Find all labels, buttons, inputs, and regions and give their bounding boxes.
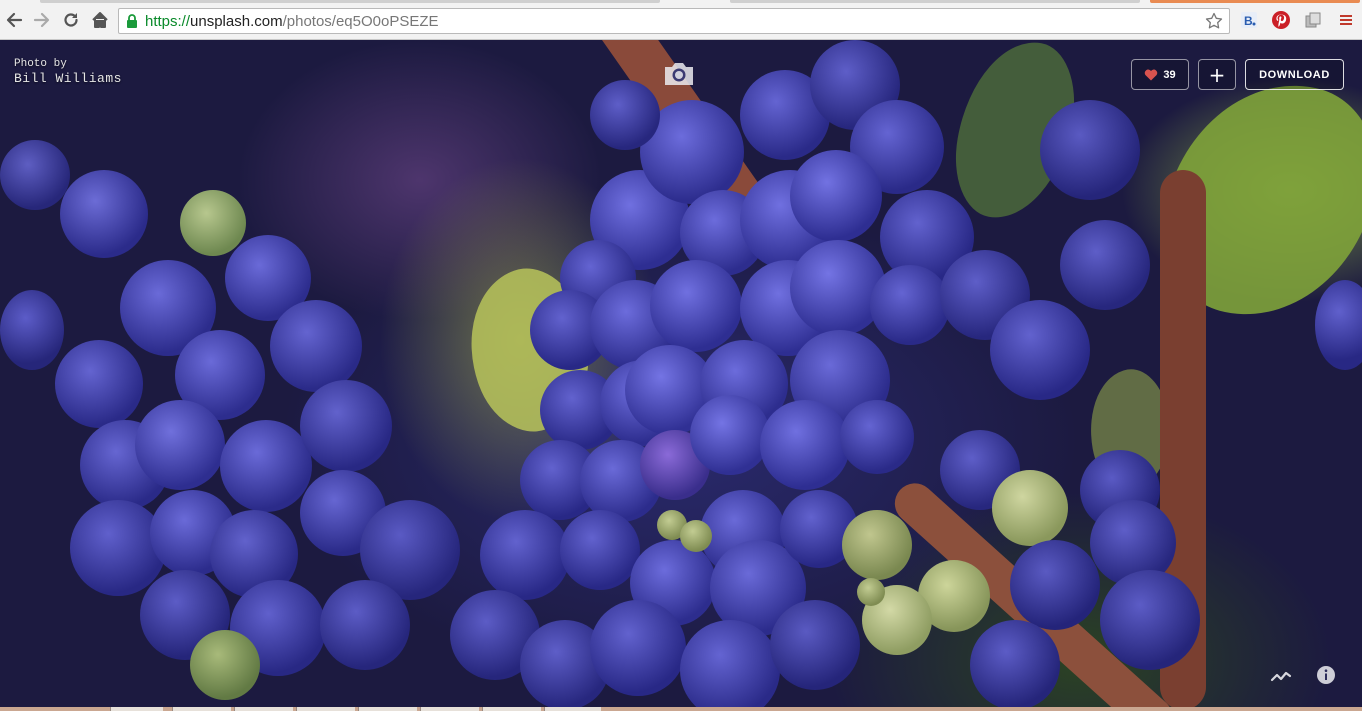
url-scheme: https://	[145, 13, 191, 30]
taskbar-item[interactable]	[110, 707, 163, 711]
taskbar-item[interactable]	[544, 707, 601, 711]
url-host: unsplash.com	[190, 13, 283, 30]
browser-tab[interactable]	[1150, 0, 1360, 3]
taskbar-item[interactable]	[482, 707, 541, 711]
browser-tab[interactable]	[40, 0, 660, 3]
forward-arrow-icon	[33, 12, 50, 28]
grape-photo	[0, 40, 1362, 707]
reload-icon	[64, 13, 78, 27]
reload-button[interactable]	[60, 9, 82, 31]
stats-icon[interactable]	[1270, 668, 1292, 684]
forward-button[interactable]	[31, 9, 53, 31]
pinterest-icon[interactable]	[1271, 10, 1291, 30]
back-arrow-icon	[6, 12, 23, 28]
like-button[interactable]: 39	[1131, 59, 1189, 90]
lock-icon	[126, 14, 138, 33]
url-path: /photos/eq5O0oPSEZE	[282, 13, 439, 30]
taskbar-item[interactable]	[234, 707, 293, 711]
photo-viewport: Photo by Bill Williams 39 + DOWNLOAD	[0, 40, 1362, 707]
heart-icon	[1145, 69, 1158, 80]
back-button[interactable]	[3, 9, 25, 31]
taskbar-item[interactable]	[420, 707, 479, 711]
svg-text:B: B	[1244, 14, 1253, 28]
photographer-name[interactable]: Bill Williams	[14, 71, 122, 87]
browser-tab[interactable]	[730, 0, 1140, 3]
taskbar-item[interactable]	[358, 707, 417, 711]
home-icon	[92, 12, 108, 28]
bookmark-star-icon[interactable]	[1205, 12, 1223, 35]
bookmark-extension-icon[interactable]: B	[1239, 10, 1259, 30]
address-bar[interactable]: https://unsplash.com/photos/eq5O0oPSEZE	[118, 8, 1230, 34]
plus-icon: +	[1208, 62, 1226, 87]
tab-strip	[0, 0, 1362, 4]
photo-credit: Photo by Bill Williams	[14, 57, 122, 87]
like-count: 39	[1163, 68, 1176, 81]
url-text: https://unsplash.com/photos/eq5O0oPSEZE	[145, 13, 439, 31]
info-icon[interactable]	[1316, 665, 1336, 685]
menu-icon[interactable]	[1336, 10, 1356, 30]
home-button[interactable]	[89, 9, 111, 31]
taskbar-item[interactable]	[296, 707, 355, 711]
credit-prefix: Photo by	[14, 58, 67, 70]
download-button[interactable]: DOWNLOAD	[1245, 59, 1344, 90]
camera-icon[interactable]	[662, 60, 696, 88]
download-label: DOWNLOAD	[1259, 68, 1330, 81]
add-to-collection-button[interactable]: +	[1198, 59, 1236, 90]
taskbar-item[interactable]	[172, 707, 231, 711]
browser-toolbar: https://unsplash.com/photos/eq5O0oPSEZE …	[0, 0, 1362, 40]
copy-extension-icon[interactable]	[1303, 10, 1323, 30]
taskbar-edge	[0, 707, 1362, 711]
